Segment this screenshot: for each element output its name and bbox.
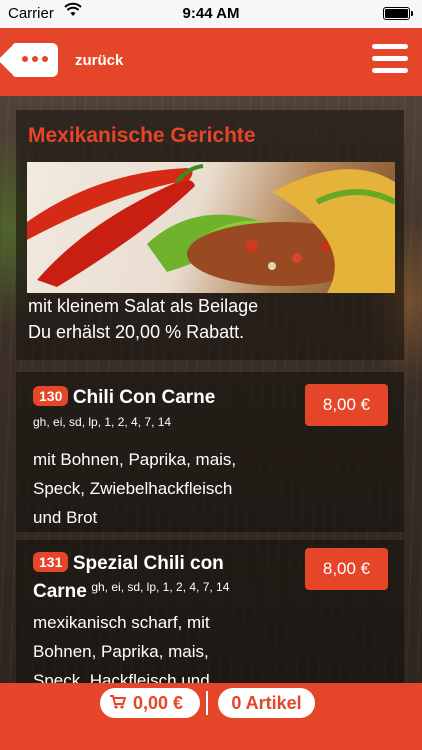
add-to-cart-price-button[interactable]: 8,00 € — [305, 384, 388, 426]
item-description-line: und Brot — [33, 508, 98, 527]
status-bar: Carrier 9:44 AM — [0, 0, 422, 28]
item-description-line: Speck, Zwiebelhackfleisch — [33, 479, 233, 498]
item-description: mexikanisch scharf, mit Bohnen, Paprika,… — [33, 608, 210, 695]
cart-icon — [110, 690, 128, 720]
cart-total: 0,00 € — [133, 693, 184, 713]
category-info-line: mit kleinem Salat als Beilage — [28, 296, 259, 316]
battery-icon — [383, 7, 413, 20]
item-number-badge: 131 — [33, 552, 69, 572]
footer-divider — [206, 691, 208, 715]
category-info-line: Du erhälst 20,00 % Rabatt. — [28, 322, 245, 342]
item-allergens: gh, ei, sd, lp, 1, 2, 4, 7, 14 — [91, 580, 230, 594]
back-label[interactable]: zurück — [75, 52, 123, 69]
add-to-cart-price-button[interactable]: 8,00 € — [305, 548, 388, 590]
cart-footer: 0,00 € 0 Artikel — [0, 683, 422, 750]
menu-icon[interactable] — [372, 44, 408, 76]
cart-total-button[interactable]: 0,00 € — [100, 688, 200, 718]
item-description-line: mexikanisch scharf, mit — [33, 613, 210, 632]
back-button[interactable] — [12, 43, 58, 77]
back-icon — [22, 56, 48, 62]
menu-item-card[interactable]: 131 Spezial Chili con Carne gh, ei, sd, … — [16, 540, 404, 690]
item-description-line: Bohnen, Paprika, mais, — [33, 642, 209, 661]
item-allergens: gh, ei, sd, lp, 1, 2, 4, 7, 14 — [33, 415, 172, 429]
article-count-button[interactable]: 0 Artikel — [218, 688, 315, 718]
menu-item-card[interactable]: 130 Chili Con Carne gh, ei, sd, lp, 1, 2… — [16, 372, 404, 532]
category-image — [27, 162, 395, 293]
item-description-line: mit Bohnen, Paprika, mais, — [33, 450, 237, 469]
item-number-badge: 130 — [33, 386, 69, 406]
item-description: mit Bohnen, Paprika, mais, Speck, Zwiebe… — [33, 445, 236, 532]
app-header: zurück — [0, 28, 422, 96]
clock: 9:44 AM — [182, 5, 240, 22]
category-title: Mexikanische Gerichte — [28, 124, 256, 147]
item-name: Chili Con Carne — [72, 387, 216, 408]
item-name: Carne — [33, 581, 87, 602]
item-name: Spezial Chili con — [72, 553, 224, 574]
